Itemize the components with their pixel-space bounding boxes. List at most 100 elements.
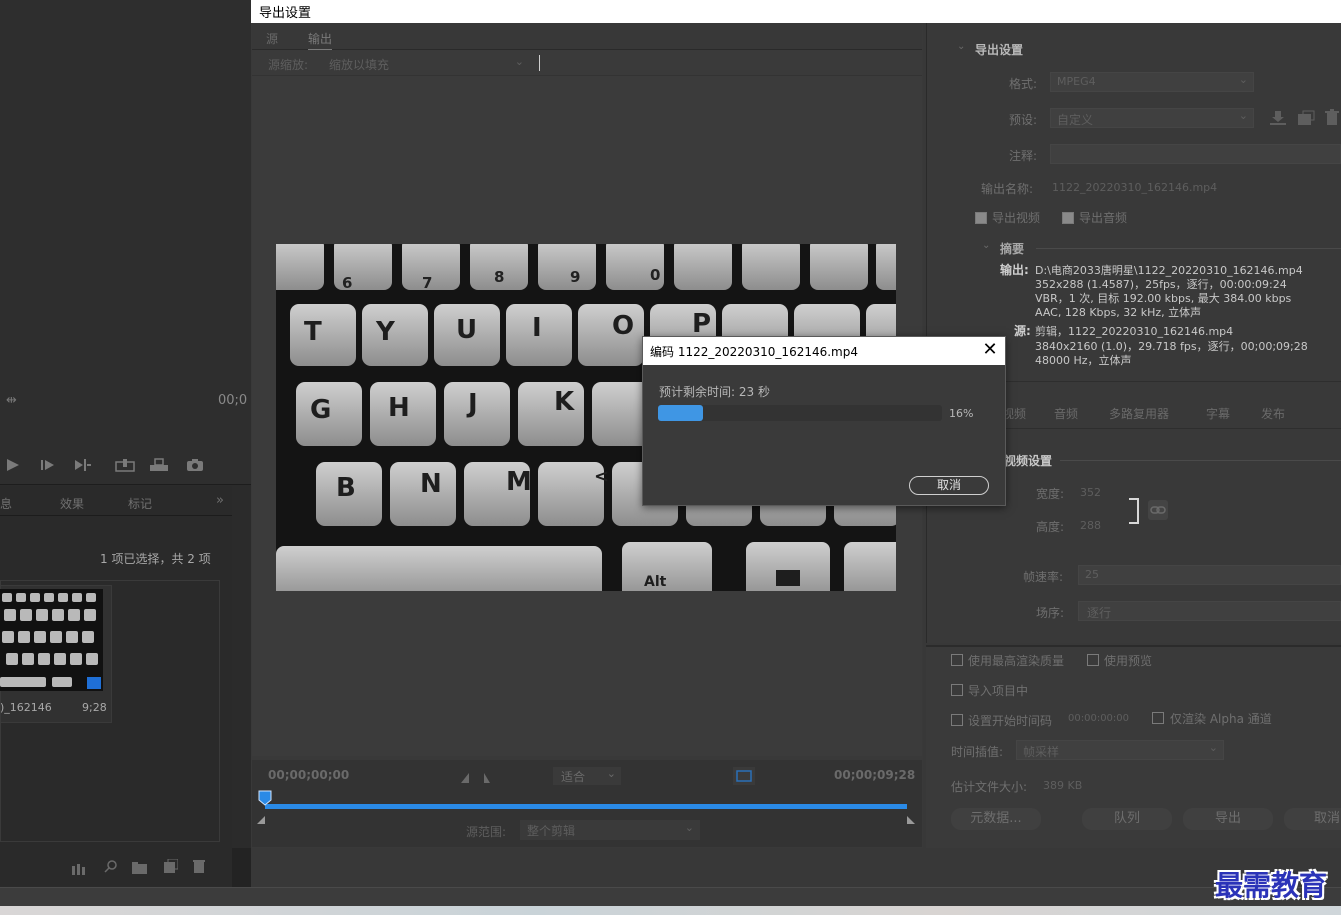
tab-info[interactable]: 息 [0, 495, 12, 512]
tab-source[interactable]: 源 [266, 30, 278, 47]
start-timecode-value[interactable]: 00:00:00:00 [1068, 713, 1129, 724]
link-icon[interactable] [1148, 500, 1168, 520]
source-scaling-value: 缩放以填充 [329, 58, 390, 72]
chevron-down-icon: ⌄ [606, 767, 616, 780]
max-render-quality-label: 使用最高渲染质量 [968, 654, 1065, 668]
text-cursor [539, 55, 540, 71]
summary-source-audio: 48000 Hz，立体声 [1035, 354, 1132, 367]
export-audio-checkbox[interactable] [1062, 212, 1074, 224]
window-title: 导出设置 [259, 6, 312, 21]
aspect-crop-icon[interactable] [733, 767, 755, 785]
export-button[interactable]: 导出 [1183, 808, 1273, 830]
metadata-button[interactable]: 元数据... [951, 808, 1041, 830]
set-start-timecode-checkbox[interactable] [951, 714, 963, 726]
chevron-down-icon: ⌄ [1238, 109, 1248, 122]
comments-input[interactable] [1050, 144, 1341, 164]
queue-button[interactable]: 队列 [1082, 808, 1172, 830]
out-point-handle[interactable] [906, 810, 916, 824]
field-order-value: 逐行 [1087, 606, 1112, 620]
preset-label: 预设: [1009, 113, 1038, 127]
tab-output[interactable]: 输出 [308, 30, 333, 50]
svg-text:B: B [336, 473, 356, 503]
camera-icon[interactable] [186, 457, 204, 471]
trash-icon[interactable] [193, 858, 205, 873]
new-bin-icon[interactable] [132, 859, 148, 874]
import-preset-icon[interactable] [1297, 110, 1315, 126]
width-value[interactable]: 352 [1080, 486, 1101, 499]
collapse-chevron-icon[interactable]: ⌄ [957, 41, 965, 52]
save-preset-icon[interactable] [1269, 110, 1287, 126]
encoding-dialog-title: 编码 1122_20220310_162146.mp4 [650, 345, 858, 359]
summary-source-label: 源: [1014, 324, 1031, 338]
timeline-start-timecode[interactable]: 00;00;00;00 [268, 768, 349, 782]
play-icon[interactable] [6, 457, 20, 471]
fit-value: 适合 [561, 770, 586, 784]
cancel-encoding-button[interactable]: 取消 [909, 476, 989, 495]
go-to-out-icon[interactable] [74, 457, 92, 471]
svg-text:7: 7 [422, 274, 432, 292]
time-interpolation-label: 时间插值: [951, 745, 1004, 759]
time-interpolation-select[interactable]: 帧采样 ⌄ [1016, 740, 1224, 760]
tab-audio[interactable]: 音频 [1054, 405, 1078, 422]
step-forward-icon[interactable] [40, 457, 56, 471]
tab-markers[interactable]: 标记 [128, 495, 152, 512]
output-name-link[interactable]: 1122_20220310_162146.mp4 [1052, 181, 1217, 194]
svg-text:0: 0 [650, 266, 660, 284]
overwrite-icon[interactable] [149, 457, 169, 471]
render-alpha-checkbox[interactable] [1152, 712, 1164, 724]
svg-text:U: U [456, 315, 477, 345]
list-view-icon[interactable] [72, 860, 88, 875]
export-window-titlebar[interactable] [251, 0, 1341, 23]
source-scaling-select[interactable]: 缩放以填充 ⌄ [322, 53, 530, 73]
search-icon[interactable] [104, 858, 118, 873]
format-select[interactable]: MPEG4 ⌄ [1050, 72, 1254, 92]
svg-text:J: J [466, 389, 478, 419]
in-out-markers-icon[interactable] [460, 769, 490, 783]
field-order-select[interactable]: 逐行 [1078, 601, 1341, 621]
svg-text:M: M [506, 467, 532, 497]
playhead-handle[interactable] [258, 790, 272, 806]
chevron-down-icon: ⌄ [684, 821, 694, 834]
use-previews-checkbox[interactable] [1087, 654, 1099, 666]
tab-effects[interactable]: 效果 [60, 495, 84, 512]
fit-select[interactable]: 适合 ⌄ [553, 767, 621, 785]
encoding-progress-percent: 16% [949, 407, 974, 420]
watermark-logo: 最需教育 [1215, 869, 1328, 902]
close-icon[interactable]: ✕ [980, 340, 1000, 360]
svg-text:Alt: Alt [644, 574, 667, 590]
svg-text:K: K [554, 387, 575, 417]
panel-overflow-icon[interactable]: » [216, 493, 224, 508]
export-video-label: 导出视频 [992, 211, 1041, 225]
summary-chevron-icon[interactable]: ⌄ [982, 240, 990, 251]
svg-text:H: H [388, 393, 410, 423]
preset-select[interactable]: 自定义 ⌄ [1050, 108, 1254, 128]
video-settings-header: 视频设置 [1004, 454, 1053, 468]
new-item-icon[interactable] [164, 858, 179, 873]
source-scaling-label: 源缩放: [268, 58, 309, 72]
taskbar-strip [0, 906, 1341, 915]
timeline-range-bar[interactable] [265, 804, 907, 809]
tab-publish[interactable]: 发布 [1261, 405, 1285, 422]
svg-text:G: G [310, 395, 331, 425]
cancel-export-button[interactable]: 取消 [1284, 808, 1341, 830]
height-value[interactable]: 288 [1080, 519, 1101, 532]
aspect-bracket [1128, 498, 1140, 524]
tab-captions[interactable]: 字幕 [1206, 405, 1230, 422]
comments-label: 注释: [1009, 149, 1038, 163]
source-range-select[interactable]: 整个剪辑 ⌄ [520, 820, 700, 840]
max-render-quality-checkbox[interactable] [951, 654, 963, 666]
marker-icon[interactable]: ⇹ [6, 393, 17, 408]
delete-preset-icon[interactable] [1325, 109, 1339, 126]
insert-icon[interactable] [115, 457, 135, 472]
video-settings-divider [1060, 460, 1341, 461]
program-monitor-panel [0, 0, 252, 485]
source-output-tabs [252, 24, 922, 50]
frame-rate-select[interactable]: 25 [1078, 565, 1341, 585]
in-point-handle[interactable] [256, 810, 266, 824]
import-into-project-checkbox[interactable] [951, 684, 963, 696]
format-value: MPEG4 [1057, 75, 1096, 88]
tab-multiplexer[interactable]: 多路复用器 [1109, 405, 1169, 422]
svg-text:9: 9 [570, 268, 580, 286]
export-video-checkbox[interactable] [975, 212, 987, 224]
clip-duration: 9;28 [82, 701, 107, 714]
